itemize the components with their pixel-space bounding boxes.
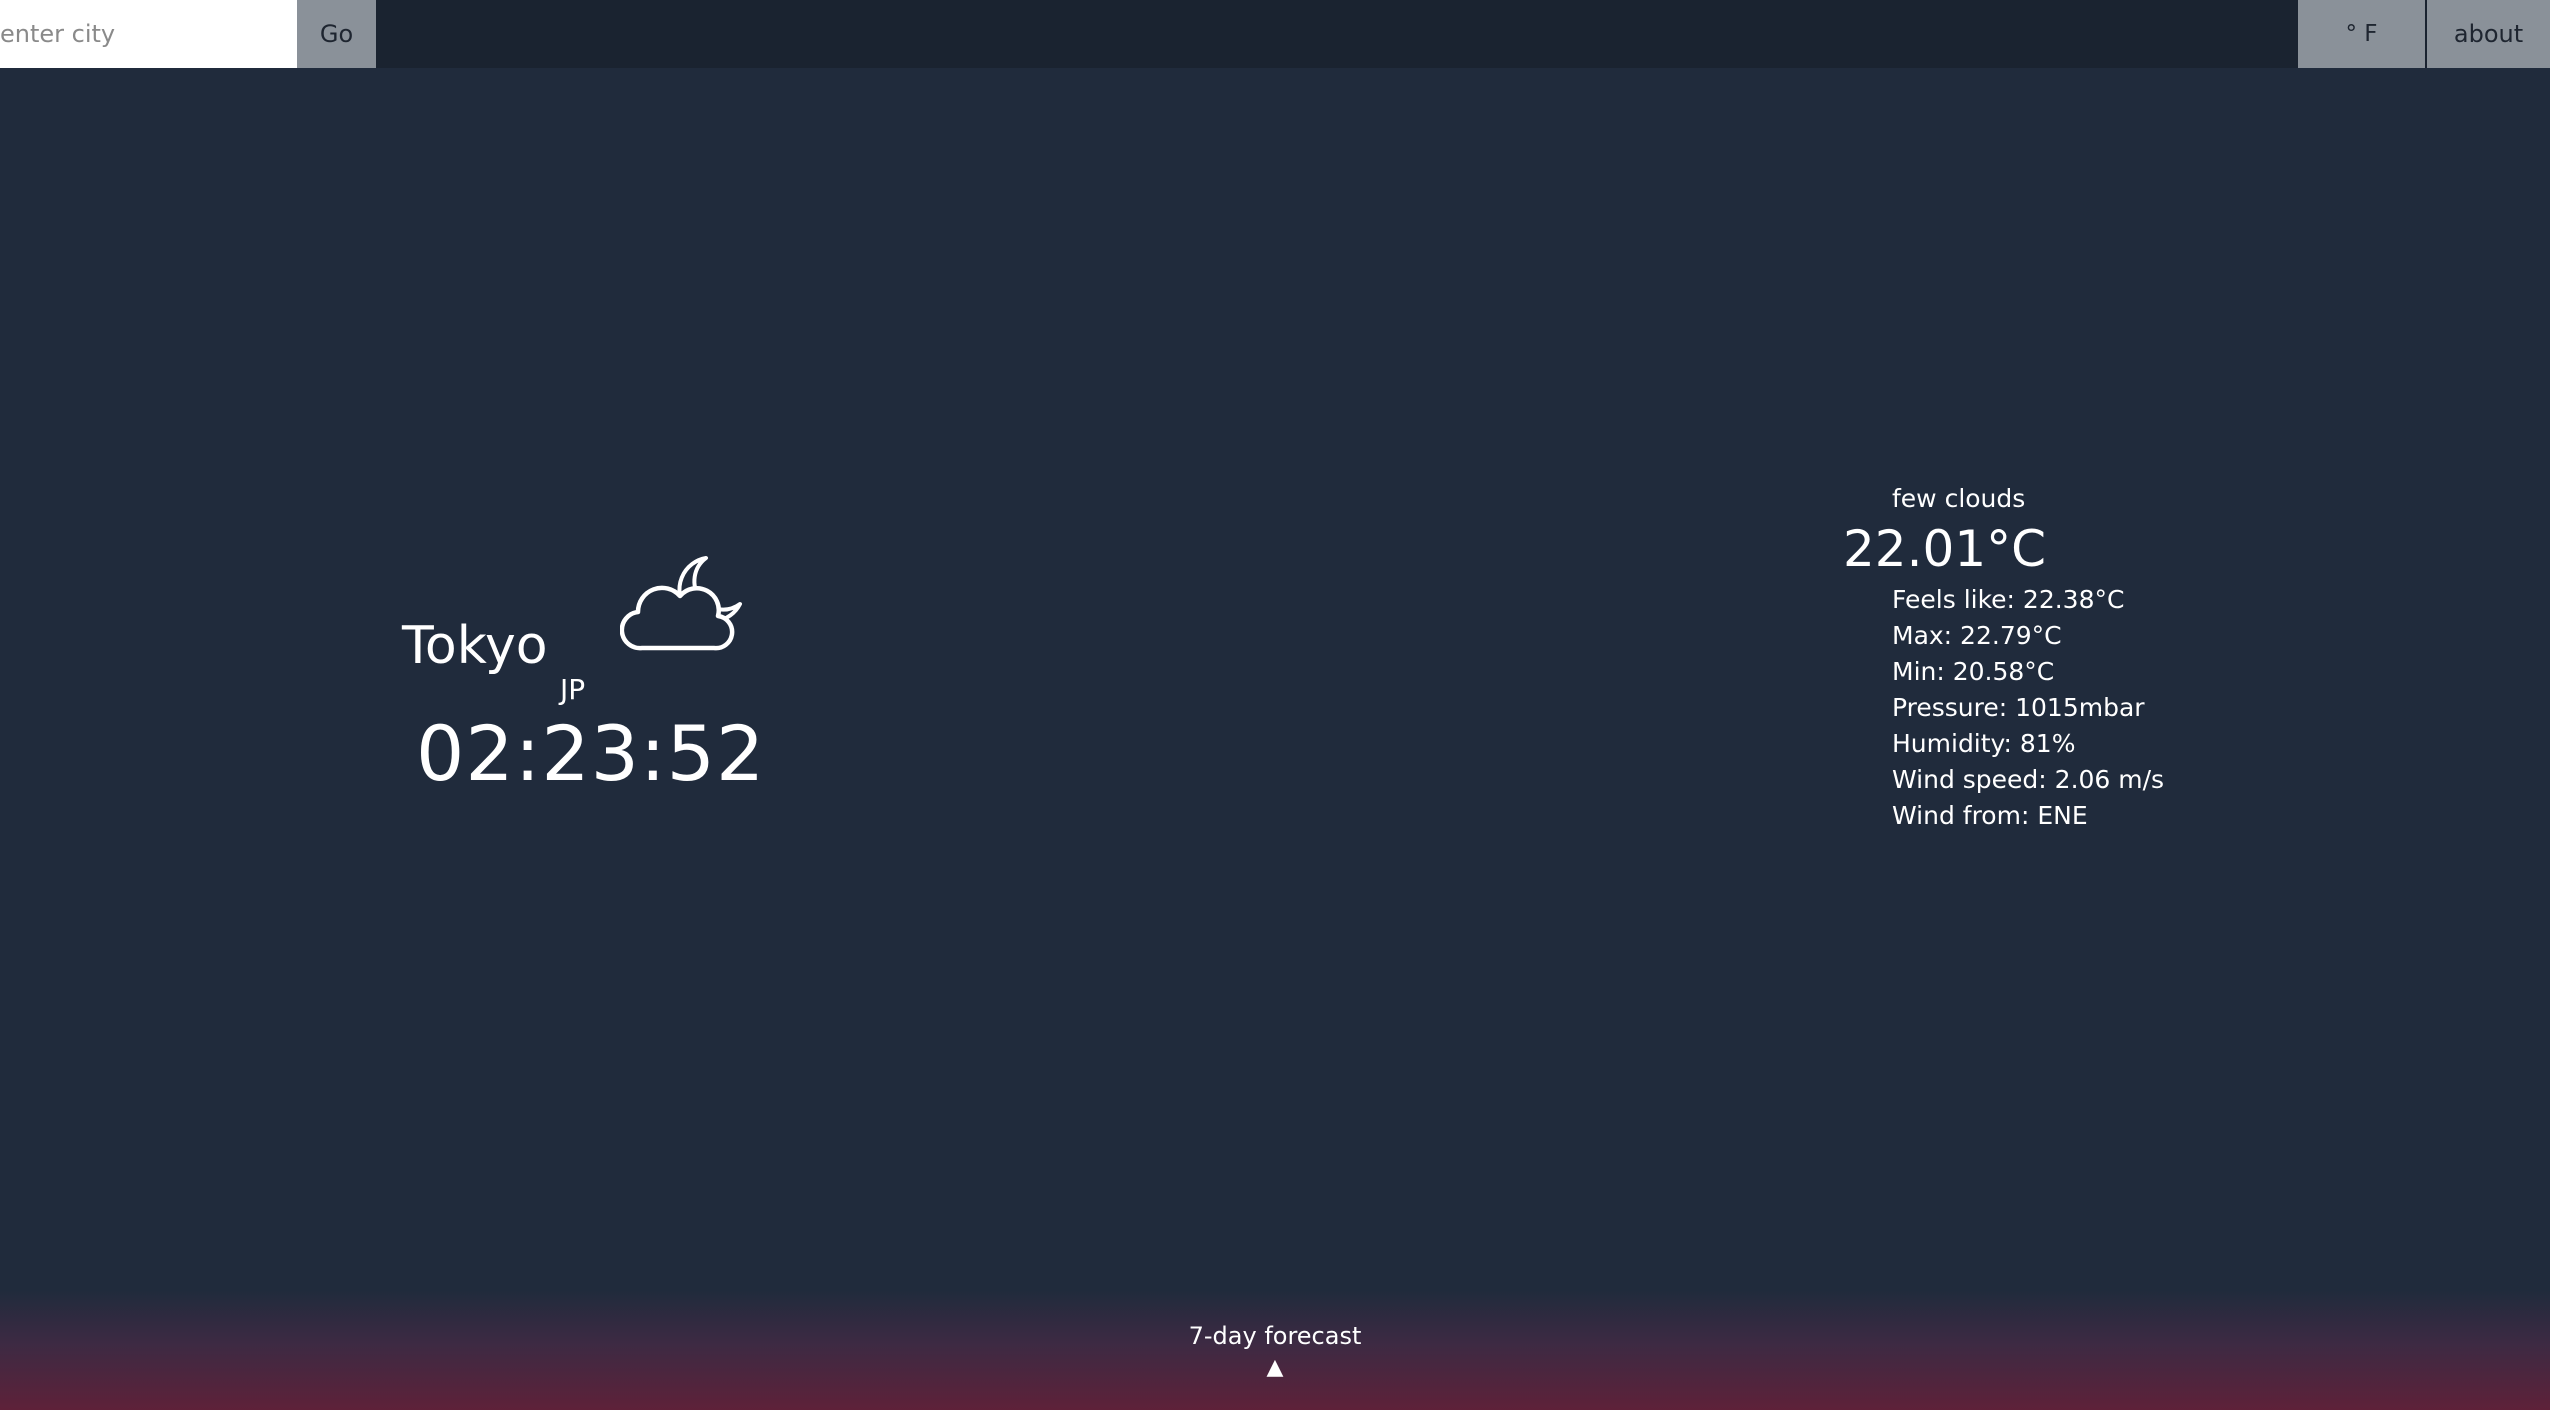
about-button[interactable]: about	[2427, 0, 2550, 68]
forecast-toggle-button[interactable]: 7-day forecast ▲	[1175, 1322, 1375, 1379]
weather-description: few clouds	[1892, 484, 2026, 513]
country-code: JP	[560, 673, 586, 706]
min-temperature: Min: 20.58°C	[1892, 657, 2055, 686]
humidity: Humidity: 81%	[1892, 729, 2076, 758]
local-time-clock: 02:23:52	[416, 709, 766, 798]
top-bar: Go ° F about	[0, 0, 2550, 68]
forecast-label: 7-day forecast	[1188, 1322, 1362, 1350]
go-button[interactable]: Go	[297, 0, 376, 68]
max-temperature: Max: 22.79°C	[1892, 621, 2062, 650]
pressure: Pressure: 1015mbar	[1892, 693, 2145, 722]
few-clouds-night-icon	[619, 546, 746, 658]
city-name: Tokyo	[402, 616, 548, 676]
feels-like: Feels like: 22.38°C	[1892, 585, 2125, 614]
fahrenheit-toggle-button[interactable]: ° F	[2298, 0, 2425, 68]
weather-details-list: Feels like: 22.38°C Max: 22.79°C Min: 20…	[1892, 582, 2164, 834]
current-temperature: 22.01°C	[1843, 520, 2047, 578]
wind-direction: Wind from: ENE	[1892, 801, 2088, 830]
wind-speed: Wind speed: 2.06 m/s	[1892, 765, 2165, 794]
arrow-up-icon: ▲	[1266, 1354, 1284, 1380]
city-search-input[interactable]	[0, 0, 297, 68]
